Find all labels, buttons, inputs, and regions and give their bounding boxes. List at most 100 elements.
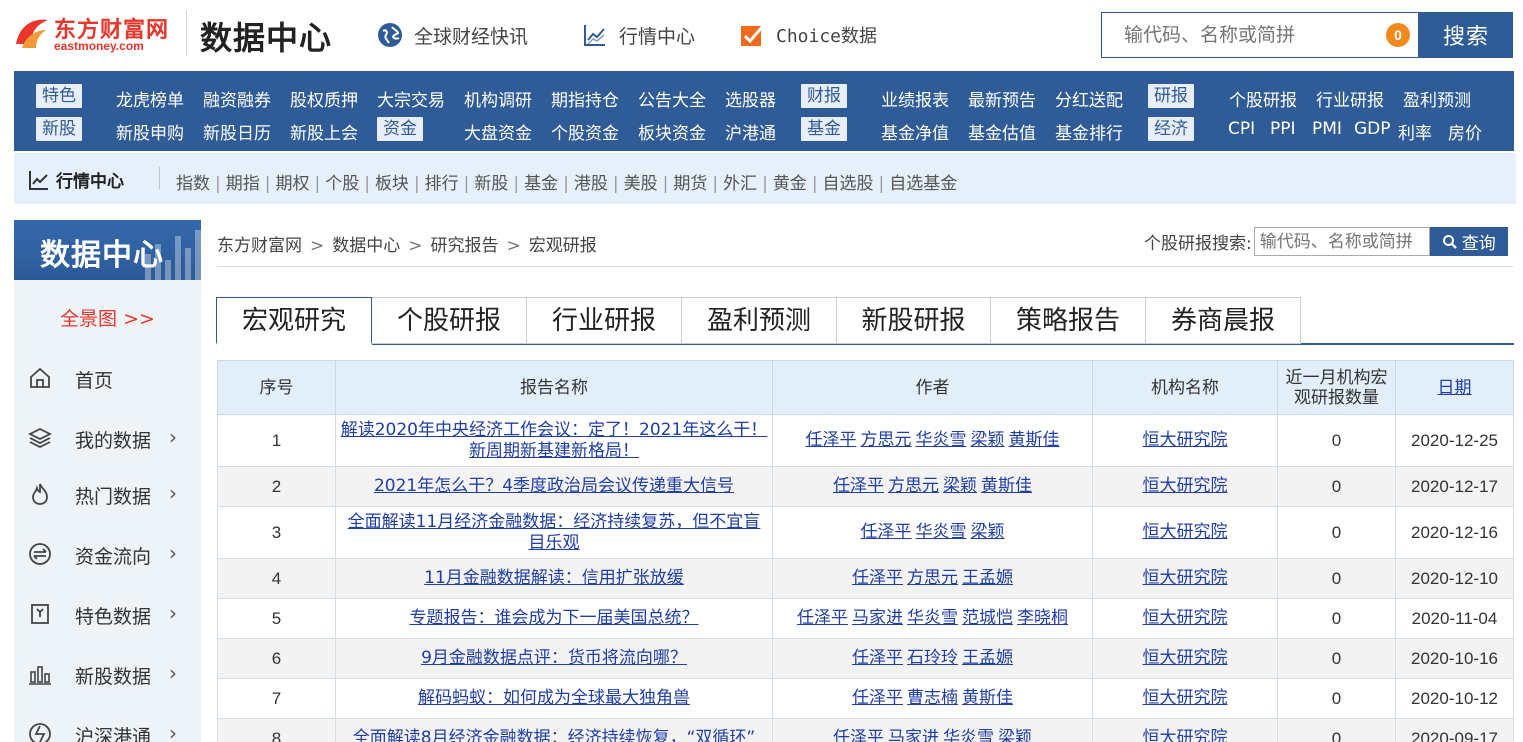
author-link[interactable]: 黄斯佳	[1009, 430, 1060, 450]
nav-item-jjgz[interactable]: 基金估值	[968, 119, 1036, 144]
nav-item-rate[interactable]: 利率	[1398, 119, 1432, 144]
nav-item-xgrl[interactable]: 新股日历	[203, 119, 271, 144]
market-link[interactable]: 板块	[375, 174, 409, 194]
nav-item-house[interactable]: 房价	[1448, 119, 1482, 144]
report-title-link[interactable]: 解读2020年中央经济工作会议：定了！2021年这么干！新周期新基建新格局！	[341, 420, 768, 461]
global-news-link[interactable]: 全球财经快讯	[376, 21, 528, 49]
author-link[interactable]: 任泽平	[833, 476, 884, 496]
nav-item-xgsg[interactable]: 新股申购	[116, 119, 184, 144]
author-link[interactable]: 任泽平	[852, 568, 903, 588]
nav-tag-ipo[interactable]: 新股	[36, 117, 82, 141]
market-link[interactable]: 外汇	[723, 174, 757, 194]
sidebar-item-hot-data[interactable]: 热门数据 ›	[14, 474, 201, 514]
market-link[interactable]: 黄金	[773, 174, 807, 194]
market-link[interactable]: 期货	[673, 174, 707, 194]
nav-item-hgt[interactable]: 沪港通	[725, 119, 776, 144]
nav-item-xgsh[interactable]: 新股上会	[290, 119, 358, 144]
report-title-link[interactable]: 解码蚂蚁：如何成为全球最大独角兽	[418, 688, 690, 708]
market-link[interactable]: 基金	[524, 174, 558, 194]
author-link[interactable]: 华炎雪	[907, 608, 958, 628]
market-link[interactable]: 自选基金	[889, 174, 957, 194]
author-link[interactable]: 任泽平	[797, 608, 848, 628]
author-link[interactable]: 任泽平	[806, 430, 857, 450]
report-title-link[interactable]: 11月金融数据解读：信用扩张放缓	[424, 568, 684, 588]
market-link[interactable]: 自选股	[823, 174, 874, 194]
sidebar-item-home[interactable]: 首页	[14, 358, 201, 398]
nav-tag-special[interactable]: 特色	[36, 84, 82, 108]
tab-morning[interactable]: 券商晨报	[1146, 297, 1301, 344]
breadcrumb-item-data-center[interactable]: 数据中心	[332, 236, 400, 256]
org-link[interactable]: 恒大研究院	[1143, 728, 1228, 742]
author-link[interactable]: 任泽平	[861, 522, 912, 542]
author-link[interactable]: 方思元	[888, 476, 939, 496]
author-link[interactable]: 任泽平	[833, 728, 884, 742]
sidebar-item-ipo-data[interactable]: 新股数据 ›	[14, 654, 201, 694]
author-link[interactable]: 梁颖	[998, 728, 1032, 742]
nav-item-jgdy[interactable]: 机构调研	[464, 86, 532, 111]
nav-item-bkzj[interactable]: 板块资金	[638, 119, 706, 144]
author-link[interactable]: 石玲玲	[907, 648, 958, 668]
global-search-input[interactable]	[1102, 13, 1372, 57]
nav-item-rzrq[interactable]: 融资融券	[203, 86, 271, 111]
nav-item-zxyg[interactable]: 最新预告	[968, 86, 1036, 111]
nav-item-dzjy[interactable]: 大宗交易	[377, 86, 445, 111]
sidebar-item-my-data[interactable]: 我的数据 ›	[14, 418, 201, 458]
nav-item-yjbb[interactable]: 业绩报表	[881, 86, 949, 111]
choice-data-link[interactable]: Choice数据	[738, 21, 877, 49]
nav-tag-capital[interactable]: 资金	[377, 117, 423, 141]
nav-item-ylyc[interactable]: 盈利预测	[1403, 86, 1471, 111]
author-link[interactable]: 黄斯佳	[962, 688, 1013, 708]
author-link[interactable]: 任泽平	[852, 688, 903, 708]
market-link[interactable]: 港股	[574, 174, 608, 194]
sidebar-item-special-data[interactable]: 特色数据 ›	[14, 594, 201, 634]
nav-item-fhsp[interactable]: 分红送配	[1055, 86, 1123, 111]
author-link[interactable]: 梁颖	[943, 476, 977, 496]
market-link[interactable]: 期指	[226, 174, 260, 194]
nav-tag-economy[interactable]: 经济	[1148, 117, 1194, 141]
sidebar-item-connect[interactable]: 沪深港通 ›	[14, 714, 201, 742]
author-link[interactable]: 王孟嫄	[962, 648, 1013, 668]
author-link[interactable]: 曹志楠	[907, 688, 958, 708]
breadcrumb-item-home[interactable]: 东方财富网	[217, 236, 302, 256]
tab-industry[interactable]: 行业研报	[527, 297, 682, 344]
report-title-link[interactable]: 全面解读8月经济金融数据：经济持续恢复，“双循环”	[353, 728, 755, 742]
author-link[interactable]: 华炎雪	[916, 522, 967, 542]
nav-tag-research[interactable]: 研报	[1148, 84, 1194, 108]
nav-item-jjjz[interactable]: 基金净值	[881, 119, 949, 144]
author-link[interactable]: 黄斯佳	[981, 476, 1032, 496]
market-link[interactable]: 美股	[624, 174, 658, 194]
tab-profit-forecast[interactable]: 盈利预测	[682, 297, 837, 344]
nav-item-ggdq[interactable]: 公告大全	[638, 86, 706, 111]
search-button[interactable]: 搜索	[1419, 12, 1513, 58]
org-link[interactable]: 恒大研究院	[1143, 522, 1228, 542]
site-logo[interactable]: 东方财富网 eastmoney.com	[12, 12, 172, 56]
author-link[interactable]: 梁颖	[971, 430, 1005, 450]
nav-item-gdp[interactable]: GDP	[1354, 119, 1391, 139]
nav-item-ppi[interactable]: PPI	[1270, 119, 1296, 139]
market-link[interactable]: 期权	[275, 174, 309, 194]
nav-item-dpzj[interactable]: 大盘资金	[464, 119, 532, 144]
org-link[interactable]: 恒大研究院	[1143, 608, 1228, 628]
nav-item-xgq[interactable]: 选股器	[725, 86, 776, 111]
sort-by-date-link[interactable]: 日期	[1438, 378, 1472, 398]
tab-macro[interactable]: 宏观研究	[216, 297, 372, 345]
sidebar-overview-link[interactable]: 全景图 >>	[14, 304, 201, 331]
org-link[interactable]: 恒大研究院	[1143, 568, 1228, 588]
col-header-date[interactable]: 日期	[1395, 360, 1514, 415]
author-link[interactable]: 方思元	[861, 430, 912, 450]
author-link[interactable]: 马家进	[888, 728, 939, 742]
tab-strategy[interactable]: 策略报告	[991, 297, 1146, 344]
org-link[interactable]: 恒大研究院	[1143, 688, 1228, 708]
report-title-link[interactable]: 全面解读11月经济金融数据：经济持续复苏，但不宜盲目乐观	[348, 512, 761, 553]
nav-tag-fund[interactable]: 基金	[801, 117, 847, 141]
nav-item-hyyb[interactable]: 行业研报	[1316, 86, 1384, 111]
report-title-link[interactable]: 2021年怎么干？4季度政治局会议传递重大信号	[374, 476, 734, 496]
nav-item-gqzy[interactable]: 股权质押	[290, 86, 358, 111]
author-link[interactable]: 梁颖	[971, 522, 1005, 542]
nav-item-lhb[interactable]: 龙虎榜单	[116, 86, 184, 111]
nav-item-cpi[interactable]: CPI	[1228, 119, 1255, 139]
market-link[interactable]: 指数	[162, 174, 210, 194]
author-link[interactable]: 华炎雪	[916, 430, 967, 450]
author-link[interactable]: 任泽平	[852, 648, 903, 668]
org-link[interactable]: 恒大研究院	[1143, 648, 1228, 668]
